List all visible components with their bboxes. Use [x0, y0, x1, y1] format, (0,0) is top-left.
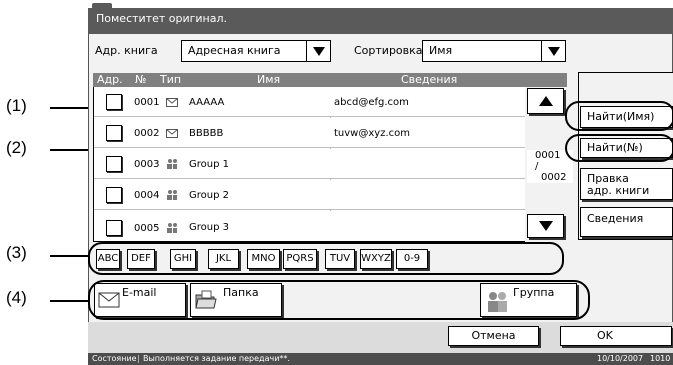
callout-1: (1) [6, 96, 27, 115]
sort-value: Имя [429, 44, 453, 57]
edit-address-book-button[interactable]: Правка адр. книги [580, 168, 673, 200]
row-checkbox[interactable] [106, 187, 122, 203]
index-bar-highlight [88, 242, 564, 275]
address-book-value: Адресная книга [188, 44, 281, 57]
table-row[interactable]: 0004 Group 2 [94, 180, 525, 210]
row-name: Group 3 [189, 222, 229, 233]
scroll-up-button[interactable] [527, 88, 564, 114]
col-details: Сведения [401, 73, 458, 86]
table-row[interactable]: 0002 BBBBB tuvw@xyz.com [94, 118, 525, 148]
ok-button[interactable]: OK [560, 326, 672, 346]
group-icon [167, 223, 177, 233]
scroll-down-button[interactable] [527, 214, 564, 238]
row-details: tuvw@xyz.com [334, 128, 410, 139]
col-type: Тип [160, 73, 182, 86]
callout-3: (3) [6, 243, 27, 262]
row-name: Group 2 [189, 190, 229, 201]
table-row[interactable]: 0005 Group 3 [94, 211, 525, 241]
chevron-down-icon [547, 46, 560, 56]
status-bar: Состояние Выполняется задание передачи**… [88, 353, 673, 365]
table-header: Адр. № Тип Имя Сведения [93, 73, 567, 87]
status-date: 10/10/2007 [597, 354, 644, 363]
row-number: 0002 [134, 128, 160, 139]
arrow-up-icon [538, 96, 553, 106]
table-row[interactable]: 0003 Group 1 [94, 149, 525, 179]
row-number: 0001 [134, 97, 160, 108]
row-name: AAAAA [189, 97, 225, 108]
address-list: 0001 AAAAA abcd@efg.com 0002 BBBBB tuvw@… [93, 87, 525, 242]
row-checkbox[interactable] [106, 220, 122, 236]
row-details: abcd@efg.com [334, 97, 409, 108]
details-button[interactable]: Сведения [580, 207, 673, 237]
row-checkbox[interactable] [106, 125, 122, 141]
col-name: Имя [257, 73, 281, 86]
sort-dropdown-button[interactable] [541, 41, 565, 61]
callout-4-line [50, 300, 88, 302]
row-checkbox[interactable] [106, 156, 122, 172]
table-row[interactable]: 0001 AAAAA abcd@efg.com [94, 87, 525, 117]
find-by-number-highlight [565, 134, 673, 162]
row-checkbox[interactable] [106, 94, 122, 110]
row-number: 0003 [134, 159, 160, 170]
row-number: 0004 [134, 190, 160, 201]
row-number: 0005 [134, 223, 160, 234]
status-time: 1010 [650, 354, 671, 363]
page-separator: / [535, 161, 539, 172]
status-text: Выполняется задание передачи**. [143, 354, 290, 363]
envelope-icon [166, 98, 178, 107]
page-total: 0002 [541, 172, 567, 183]
callout-2: (2) [6, 138, 27, 157]
callout-3-line [50, 255, 88, 257]
address-book-dropdown[interactable]: Адресная книга [181, 40, 331, 62]
callout-4: (4) [6, 288, 27, 307]
sort-label: Сортировка [354, 44, 423, 57]
cancel-button[interactable]: Отмена [448, 326, 539, 346]
group-icon [167, 159, 177, 169]
envelope-icon [166, 129, 178, 138]
row-name: BBBBB [189, 128, 224, 139]
col-no: № [135, 73, 147, 86]
chevron-down-icon [312, 46, 325, 56]
arrow-down-icon [538, 221, 553, 231]
group-icon [167, 190, 177, 200]
find-by-name-highlight [565, 101, 673, 131]
address-book-label: Адр. книга [95, 44, 158, 57]
address-book-dropdown-button[interactable] [306, 41, 330, 61]
edit-address-book-line2: адр. книги [587, 184, 650, 197]
row-name: Group 1 [189, 159, 229, 170]
sort-dropdown[interactable]: Имя [422, 40, 566, 62]
header-message: Поместитет оригинал. [96, 12, 228, 25]
status-label: Состояние [92, 354, 137, 363]
status-divider [138, 355, 139, 363]
destination-buttons-highlight [88, 280, 590, 320]
col-adr: Адр. [97, 73, 123, 86]
